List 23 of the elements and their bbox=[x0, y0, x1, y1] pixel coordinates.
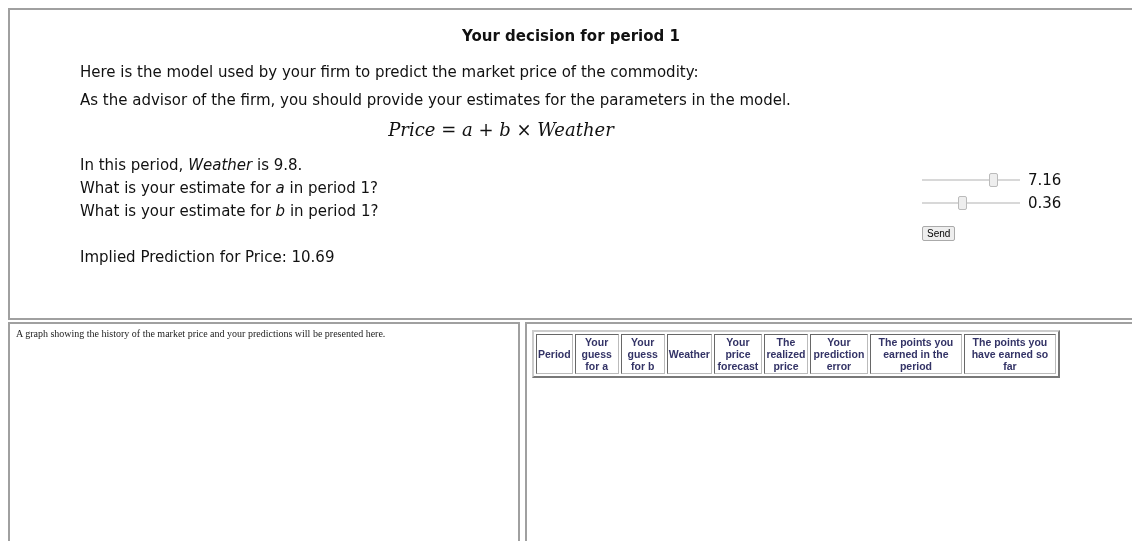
intro-text: Here is the model used by your firm to predict the market price of the commodity: bbox=[80, 63, 700, 81]
intro-text: As the advisor of the firm, you should provide your estimates for the parameters in the model. bbox=[80, 91, 792, 109]
column-header: Your guess for a bbox=[574, 334, 619, 374]
estimate-question: What is your estimate for b in period 1? bbox=[80, 201, 380, 222]
model-formula: Price = a + b × Weather bbox=[387, 119, 616, 140]
slider-value: 7.16 bbox=[1028, 170, 1062, 189]
column-header: Your prediction error bbox=[809, 334, 868, 374]
implied-prediction: Implied Prediction for Price: 10.69 bbox=[80, 248, 336, 266]
column-header: The points you earned in the period bbox=[869, 334, 962, 374]
column-header: Your price forecast bbox=[713, 334, 762, 374]
slider-value: 0.36 bbox=[1028, 193, 1062, 212]
column-header: Weather bbox=[666, 334, 712, 374]
column-header: Period bbox=[536, 334, 573, 374]
column-header: The points you have earned so far bbox=[963, 334, 1056, 374]
slider-thumb[interactable] bbox=[958, 195, 967, 210]
slider-thumb[interactable] bbox=[988, 172, 998, 187]
graph-placeholder-text: A graph showing the history of the market price and your predictions will be presented here. bbox=[16, 328, 387, 339]
column-header: Your guess for b bbox=[620, 334, 665, 374]
page-title: Your decision for period 1 bbox=[461, 27, 681, 45]
estimate-question: What is your estimate for a in period 1? bbox=[80, 178, 380, 199]
weather-statement: In this period, Weather is 9.8. bbox=[80, 155, 304, 176]
send-button[interactable]: Send bbox=[922, 226, 956, 241]
column-header: The realized price bbox=[763, 334, 808, 374]
